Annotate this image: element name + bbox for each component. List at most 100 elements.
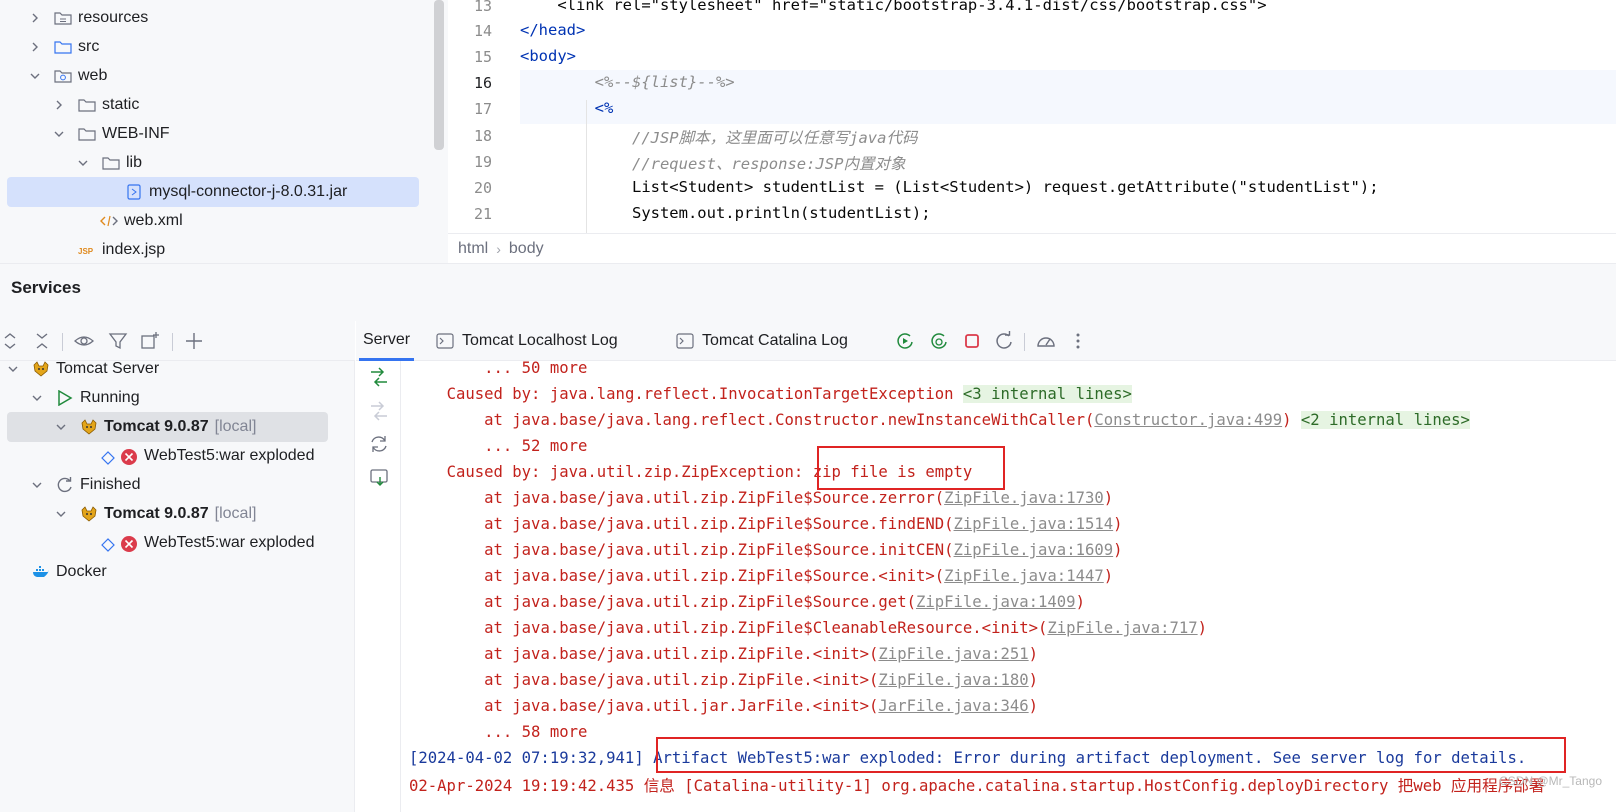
tab-tomcat-localhost-log[interactable]: Tomcat Localhost Log [436,321,618,361]
tree-item-web-xml[interactable]: web.xml [100,206,183,236]
chevron-right-icon[interactable] [54,100,64,110]
chevron-down-icon[interactable] [56,509,66,519]
service-tomcat-server[interactable]: Tomcat Server [8,354,159,384]
debug-rerun-icon[interactable] [929,331,949,351]
source-link[interactable]: ZipFile.java:1730 [944,489,1104,507]
jsp-icon: JSP [78,242,96,258]
add-icon[interactable] [184,331,204,351]
source-link[interactable]: JarFile.java:346 [878,697,1028,715]
tree-item-label: static [102,96,140,113]
tree-item-label: WEB-INF [102,125,170,142]
service-artifact-finished[interactable]: WebTest5:war exploded [100,528,314,558]
xml-icon [100,213,118,229]
collapse-all-icon[interactable] [32,331,52,351]
console-side-toolbar [356,361,401,812]
update-icon[interactable] [369,434,389,454]
tree-item-label: web [78,67,108,84]
services-tree: Tomcat Server Running Tomcat 9.0.87 [loc… [0,360,355,812]
code-line-15: <body> [520,47,576,65]
svg-text:JSP: JSP [78,247,94,256]
service-tomcat-finished[interactable]: Tomcat 9.0.87 [local] [56,499,256,529]
source-link[interactable]: Constructor.java:499 [1094,411,1282,429]
chevron-down-icon[interactable] [30,71,40,81]
console-tab-bar: Server Tomcat Localhost Log Tomcat Catal… [356,321,1616,361]
chevron-right-icon[interactable] [30,13,40,23]
chevron-down-icon[interactable] [56,422,66,432]
tree-scrollbar[interactable] [434,0,444,150]
service-tomcat-running[interactable]: Tomcat 9.0.87 [local] [7,412,328,442]
more-options-icon[interactable] [1068,331,1088,351]
service-label: Running [80,389,140,406]
folder-icon [102,155,120,171]
tomcat-icon [32,361,50,377]
tree-item-mysql-connector-jar[interactable]: mysql-connector-j-8.0.31.jar [7,177,419,207]
code-editor[interactable]: 13 14 15 16 17 18 19 20 21 <link rel="st… [448,0,1616,233]
rerun-icon[interactable] [895,331,915,351]
services-panel-header: Services [0,263,1616,321]
chevron-right-icon[interactable] [30,42,40,52]
deploy-icon[interactable] [369,367,389,387]
tab-server[interactable]: Server [359,321,415,361]
console-line: at java.base/java.util.zip.ZipFile$Sourc… [484,489,1114,507]
tree-item-static[interactable]: static [54,90,139,120]
toolbar-separator [1024,333,1025,351]
panel-title: Services [11,278,81,297]
breadcrumb-separator-icon: › [496,240,501,257]
chevron-down-icon[interactable] [32,480,42,490]
tree-item-web[interactable]: web [30,61,107,91]
console-line: at java.base/java.util.zip.ZipFile$Sourc… [484,541,1123,559]
fold-arrow-icon[interactable] [401,412,403,422]
profiler-icon[interactable] [1036,331,1056,351]
artifact-error-icon [100,535,138,552]
tomcat-icon [80,506,98,522]
internal-lines-badge[interactable]: <3 internal lines> [962,385,1132,403]
source-link[interactable]: ZipFile.java:1447 [944,567,1104,585]
code-line-18: //JSP脚本，这里面可以任意写java代码 [520,129,918,147]
tree-item-src[interactable]: src [30,32,99,62]
tree-item-index-jsp[interactable]: JSP index.jsp [78,235,165,263]
line-number: 15 [473,48,492,66]
tree-item-web-inf[interactable]: WEB-INF [54,119,170,149]
chevron-down-icon[interactable] [8,364,18,374]
service-location-badge: [local] [214,505,257,522]
internal-lines-badge[interactable]: <2 internal lines> [1300,411,1470,429]
source-link[interactable]: ZipFile.java:251 [878,645,1028,663]
source-link[interactable]: ZipFile.java:1514 [954,515,1114,533]
tab-tomcat-catalina-log[interactable]: Tomcat Catalina Log [676,321,848,361]
breadcrumb-item-html[interactable]: html [458,240,488,258]
toolbar-separator [172,333,173,351]
stop-icon[interactable] [962,331,982,351]
line-number: 16 [473,74,492,92]
docker-icon [32,564,50,580]
chevron-down-icon[interactable] [32,393,42,403]
source-link[interactable]: ZipFile.java:717 [1047,619,1197,637]
tab-label: Tomcat Localhost Log [462,332,618,349]
console-line: ... 58 more [484,723,588,741]
service-group-finished[interactable]: Finished [32,470,140,500]
eye-icon[interactable] [74,331,94,351]
service-docker[interactable]: Docker [32,557,107,587]
source-link[interactable]: ZipFile.java:1609 [954,541,1114,559]
console-line: at java.base/java.util.jar.JarFile.<init… [484,697,1039,715]
console-output[interactable]: ... 50 more Caused by: java.lang.reflect… [401,361,1616,812]
dump-threads-icon[interactable] [369,467,389,487]
tree-item-lib[interactable]: lib [78,148,142,178]
tree-item-resources[interactable]: resources [30,3,148,33]
terminal-icon [436,333,454,349]
editor-breadcrumb: html › body [448,233,1616,263]
source-link[interactable]: ZipFile.java:180 [878,671,1028,689]
service-group-running[interactable]: Running [32,383,140,413]
chevron-down-icon[interactable] [78,158,88,168]
service-label: Tomcat 9.0.87 [104,505,209,522]
service-location-badge: [local] [214,418,257,435]
filter-icon[interactable] [108,331,128,351]
service-artifact-running[interactable]: WebTest5:war exploded [100,441,314,471]
expand-all-icon[interactable] [0,331,20,351]
fold-arrow-icon[interactable] [401,386,403,396]
restart-icon[interactable] [994,331,1014,351]
new-group-icon[interactable] [140,331,160,351]
source-link[interactable]: ZipFile.java:1409 [916,593,1076,611]
breadcrumb-item-body[interactable]: body [509,240,544,258]
chevron-down-icon[interactable] [54,129,64,139]
service-label: Tomcat 9.0.87 [104,418,209,435]
